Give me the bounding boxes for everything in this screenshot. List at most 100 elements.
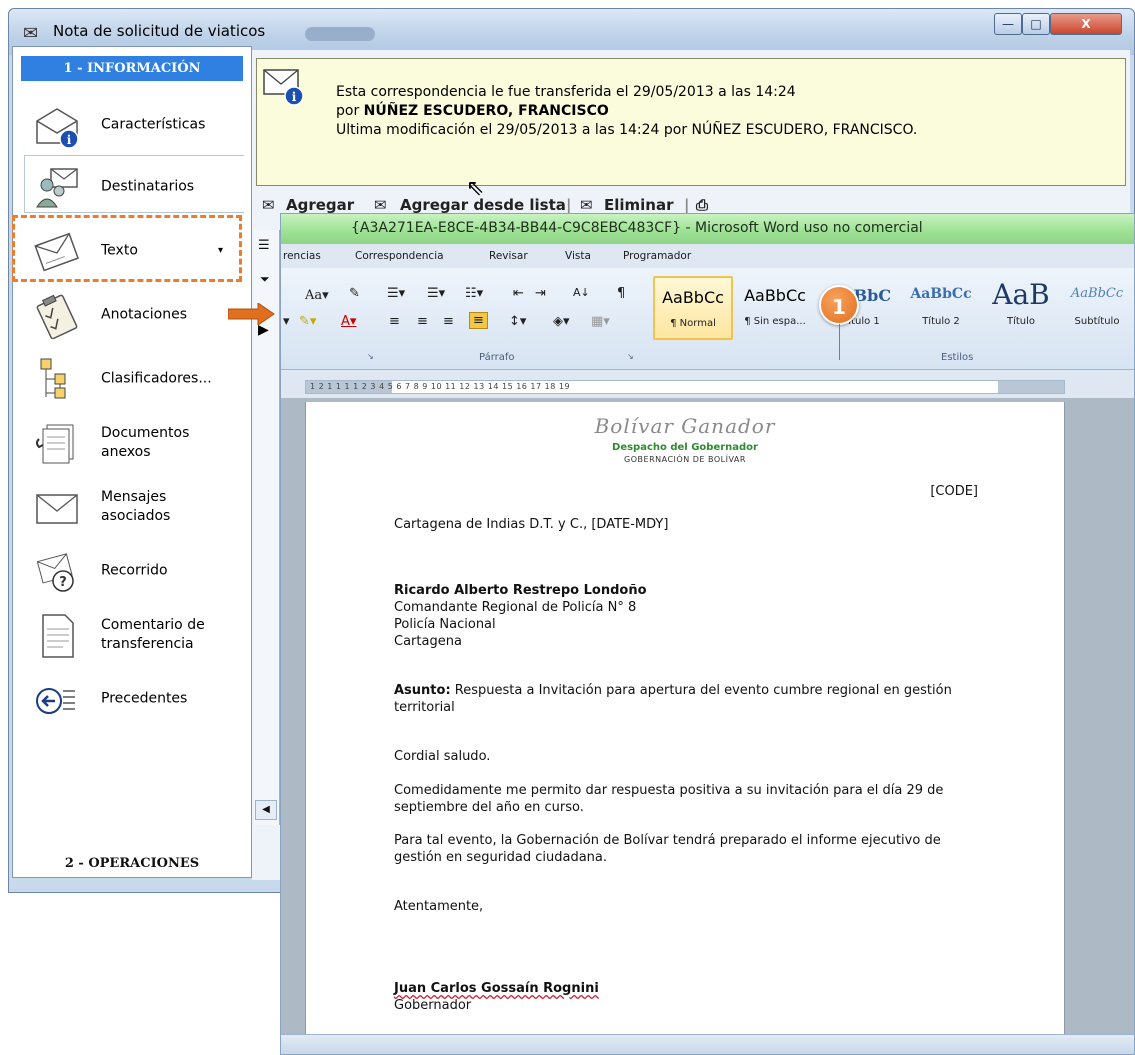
style-sample: AaB [992,278,1050,311]
change-case-button[interactable]: Aa▾ [305,288,329,303]
print-icon[interactable]: ⎙ [696,196,708,214]
align-center-icon[interactable]: ≡ [417,314,428,329]
decrease-indent-icon[interactable]: ⇤ [513,286,524,301]
change-case-label: Aa [305,288,323,303]
line-spacing-icon[interactable]: ↕▾ [509,314,526,329]
horizontal-ruler[interactable]: 1 2 1 1 1 1 2 3 4 5 6 7 8 9 10 11 12 13 … [305,380,1065,394]
window-title: Nota de solicitud de viaticos [53,22,266,40]
document-page[interactable]: Bolívar Ganador Despacho del Gobernador … [305,402,1065,1042]
signer-name-text: Juan Carlos Gossaín Rognini [394,981,599,996]
sidebar-section-header[interactable]: 1 - INFORMACIÓN [21,56,243,81]
status-bar [281,1034,1134,1054]
recipient-title: Comandante Regional de Policía N° 8 [394,600,637,615]
add-icon[interactable]: ✉ [262,196,275,214]
style-sin-espaciado[interactable]: AaBbCc ¶ Sin espa... [735,276,815,340]
minimize-button[interactable]: — [994,13,1022,35]
sort-icon[interactable]: A↓ [573,286,590,299]
sidebar-item-recorrido[interactable]: ? Recorrido [13,541,251,601]
tab-vista[interactable]: Vista [565,250,591,262]
style-name: Título 2 [922,316,960,327]
callout-pointer [839,324,840,360]
tab-correspondencia[interactable]: Correspondencia [355,250,444,262]
sidebar-item-comentario-transferencia[interactable]: Comentario de transferencia [13,605,251,665]
sidebar-item-mensajes-asociados[interactable]: Mensajes asociados [13,477,251,537]
add-from-list-icon[interactable]: ✉ [374,196,387,214]
title-bar-highlight [305,27,375,41]
sidebar-item-clasificadores[interactable]: Clasificadores... [13,349,251,409]
subject-label: Asunto: [394,683,451,698]
style-normal[interactable]: AaBbCc ¶ Normal [653,276,733,340]
letterhead-office: Despacho del Gobernador [612,442,758,453]
sidebar-item-precedentes[interactable]: Precedentes [13,669,251,729]
sidebar-item-caracteristicas[interactable]: i Características [13,95,251,155]
align-left-icon[interactable]: ≡ [389,314,400,329]
sidebar-item-label: Documentos anexos [101,425,190,460]
mouse-cursor-icon: ⇖ [466,176,485,201]
sidebar-item-label: Características [101,116,206,133]
justify-icon[interactable]: ≡ [469,312,488,329]
route-question-icon: ? [36,553,74,592]
dropdown-arrow-icon[interactable]: ▾ [283,314,290,329]
greeting: Cordial saludo. [394,749,491,764]
back-arrow-icon [36,688,75,714]
maximize-button[interactable]: □ [1022,13,1050,35]
group-launcher-icon[interactable]: ↘ [627,352,634,361]
subject-text: Respuesta a Invitación para apertura del… [394,683,952,715]
style-name: Título [1006,316,1036,327]
tab-programador[interactable]: Programador [623,250,691,262]
style-name: ¶ Sin espa... [744,316,806,327]
shading-icon[interactable]: ◈▾ [553,314,570,329]
word-title-bar[interactable]: {A3A271EA-E8CE-4B34-BB44-C9C8EBC483CF} -… [281,214,1134,244]
closing: Atentamente, [394,899,484,914]
show-paragraph-marks-icon[interactable]: ¶ [617,286,625,301]
delete-button[interactable]: Eliminar [604,196,674,214]
style-sample: AaBbCc [1070,286,1124,301]
sidebar-item-label: Anotaciones [101,306,188,323]
attached-documents-icon [36,424,74,464]
style-sample: AaBbCc [744,286,806,305]
add-button[interactable]: Agregar [286,196,354,214]
svg-text:i: i [292,90,297,104]
increase-indent-icon[interactable]: ⇥ [535,286,546,301]
envelope-info-icon: i [263,69,304,106]
app-icon: ✉ [23,23,39,44]
callout-badge: 1 [819,285,859,325]
font-color-icon[interactable]: A▾ [341,314,356,329]
style-name: ¶ Normal [670,318,716,329]
align-right-icon[interactable]: ≡ [443,314,454,329]
style-subtitulo[interactable]: AaBbCc Subtítulo [1057,276,1135,340]
close-button[interactable]: X [1050,13,1122,35]
transfer-by-prefix: por [336,103,364,119]
multilevel-list-icon[interactable]: ☷▾ [465,286,483,301]
style-titulo[interactable]: AaB Título [981,276,1061,340]
body-paragraph-1: Comedidamente me permito dar respuesta p… [394,783,944,815]
filter-icon[interactable]: ⏷ [260,272,270,287]
dropdown-arrow-icon[interactable]: ▾ [218,245,223,256]
sidebar-item-label: Clasificadores... [101,370,212,387]
sidebar-section-footer[interactable]: 2 - OPERACIONES [13,856,251,871]
borders-icon[interactable]: ▦▾ [591,314,610,329]
clear-format-icon[interactable]: ✎ [349,286,360,301]
recipient-name: Ricardo Alberto Restrepo Londoño [394,583,647,598]
svg-text:i: i [67,133,72,147]
tab-referencias[interactable]: rencias [283,250,321,262]
recipient-city: Cartagena [394,634,462,649]
highlight-icon[interactable]: ✎▾ [299,314,316,329]
signer-name: Juan Carlos Gossaín Rognini [394,980,984,997]
delete-icon[interactable]: ✉ [580,196,593,214]
tab-revisar[interactable]: Revisar [489,250,528,262]
group-label-styles: Estilos [941,352,974,363]
list-icon[interactable]: ☰ [258,238,270,253]
group-launcher-icon[interactable]: ↘ [367,352,374,361]
bullets-icon[interactable]: ☰▾ [387,286,405,301]
sidebar-item-documentos-anexos[interactable]: Documentos anexos [13,413,251,473]
numbering-icon[interactable]: ☰▾ [427,286,445,301]
transfer-user-name: NÚÑEZ ESCUDERO, FRANCISCO [363,103,609,119]
sidebar-item-anotaciones[interactable]: Anotaciones [13,285,251,345]
highlight-box [12,215,242,282]
svg-text:?: ? [59,575,67,590]
document-code: [CODE] [930,484,978,499]
style-titulo-2[interactable]: AaBbCc Título 2 [901,276,981,340]
scroll-left-button[interactable]: ◀ [255,800,277,820]
word-window: {A3A271EA-E8CE-4B34-BB44-C9C8EBC483CF} -… [280,213,1135,1055]
